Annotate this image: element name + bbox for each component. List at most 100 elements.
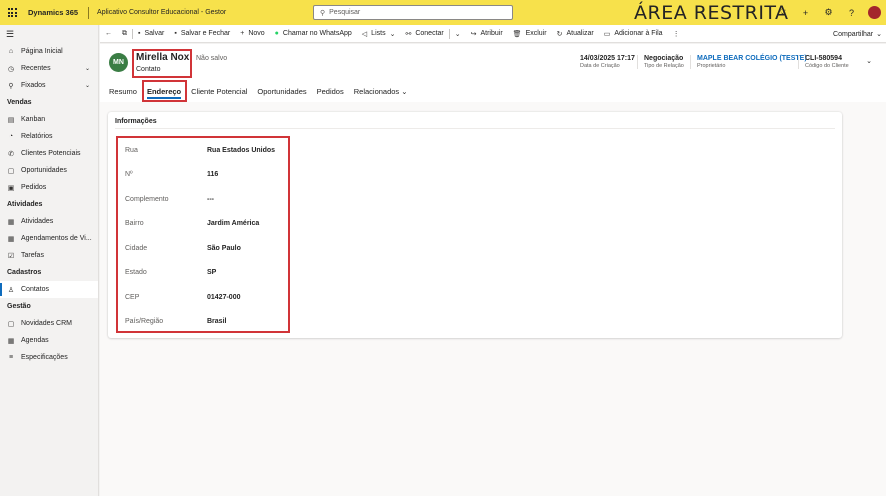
back-button[interactable]: ← (100, 25, 117, 43)
field-label: Nº (125, 171, 133, 178)
sidebar-item-opportunities[interactable]: ▢ Oportunidades (0, 162, 98, 179)
field-value[interactable]: Jardim América (207, 220, 259, 227)
record-avatar: MN (109, 53, 128, 72)
open-new-window-button[interactable]: ⧉ (117, 25, 132, 43)
assign-button[interactable]: ↪ Atribuir (466, 25, 508, 43)
app-launcher-icon[interactable] (0, 0, 24, 25)
sidebar-item-tasks[interactable]: ☑ Tarefas (0, 247, 98, 264)
home-icon: ⌂ (8, 48, 14, 55)
phone-icon: ✆ (8, 150, 14, 158)
field-label: Complemento (125, 195, 169, 203)
user-avatar[interactable] (863, 0, 886, 25)
field-label: Rua (125, 146, 138, 154)
save-close-button-label: Salvar e Fechar (180, 30, 231, 37)
field-value[interactable]: São Paulo (207, 245, 241, 252)
save-icon: ▪ (174, 30, 177, 37)
sidebar-section-title: Atividades (7, 201, 43, 208)
expand-header-chevron-icon[interactable]: ⌄ (866, 57, 872, 65)
header-field-value: CLI-580594 (805, 55, 842, 62)
divider (690, 55, 691, 69)
sidebar-section-title: Gestão (7, 303, 31, 310)
save-status: Não salvo (196, 55, 228, 62)
tab-orders[interactable]: Pedidos (317, 82, 344, 100)
chevron-down-icon[interactable]: ⌄ (85, 65, 90, 72)
sidebar-section-title: Cadastros (7, 269, 42, 276)
task-icon: ☑ (7, 252, 15, 260)
lists-button[interactable]: ◁ Lists ⌄ (357, 25, 401, 43)
sidebar-item-reports[interactable]: ◔ Relatórios (0, 128, 98, 145)
sidebar-item-recent[interactable]: ◷ Recentes ⌄ (0, 60, 98, 77)
sidebar-item-kanban[interactable]: ▤ Kanban (0, 111, 98, 128)
share-button[interactable]: Compartilhar ⌄ (833, 25, 886, 43)
calendar-icon: ▦ (7, 218, 15, 226)
tab-summary[interactable]: Resumo (109, 82, 137, 100)
document-icon: ▢ (7, 320, 15, 328)
sidebar-item-orders[interactable]: ▣ Pedidos (0, 179, 98, 196)
delete-button[interactable]: 🗑︎ Excluir (508, 25, 552, 43)
field-value[interactable]: Brasil (207, 318, 226, 325)
sidebar-item-label: Novidades CRM (21, 320, 72, 327)
highlight-box-name (132, 49, 192, 78)
refresh-button[interactable]: ↻ Atualizar (552, 25, 599, 43)
tab-related-label: Relacionados (353, 86, 400, 96)
sidebar-item-home[interactable]: ⌂ Página Inicial (0, 43, 98, 60)
sidebar-item-activities[interactable]: ▦ Atividades (0, 213, 98, 230)
owner-link[interactable]: MAPLE BEAR COLÉGIO (TESTE) (697, 55, 807, 62)
save-button[interactable]: ▪ Salvar (133, 25, 169, 43)
sidebar-item-leads[interactable]: ✆ Clientes Potenciais (0, 145, 98, 162)
app-title[interactable]: Aplicativo Consultor Educacional - Gesto… (97, 9, 226, 16)
queue-icon: ▭ (603, 30, 611, 38)
field-label: Bairro (125, 220, 144, 227)
connect-dropdown-button[interactable]: ⌄ (450, 25, 466, 43)
brand-name[interactable]: Dynamics 365 (24, 8, 88, 17)
more-commands-button[interactable]: ⋮ (668, 25, 685, 43)
header-field-value: Negociação (644, 55, 684, 62)
field-value[interactable]: Rua Estados Unidos (207, 147, 275, 154)
delete-button-label: Excluir (525, 30, 547, 37)
tab-lead[interactable]: Cliente Potencial (191, 82, 247, 100)
tab-opportunities[interactable]: Oportunidades (257, 82, 306, 100)
sidebar-item-visit-schedules[interactable]: ▦ Agendamentos de Vi... (0, 230, 98, 247)
sidebar-item-contacts[interactable]: ♙ Contatos (0, 281, 98, 298)
gear-icon[interactable]: ⚙ (817, 0, 840, 25)
search-input[interactable]: ⚲ Pesquisar (313, 5, 513, 20)
chevron-down-icon[interactable]: ⌄ (85, 82, 90, 89)
connect-button-label: Conectar (415, 30, 444, 37)
header-field-value: 14/03/2025 17:17 (580, 55, 635, 62)
new-button-label: Novo (248, 30, 265, 37)
more-vertical-icon: ⋮ (672, 30, 680, 38)
hamburger-menu-icon[interactable]: ☰ (0, 25, 98, 43)
connect-icon: ⚯ (405, 30, 412, 38)
connect-button[interactable]: ⚯ Conectar (400, 25, 448, 43)
sidebar-item-specifications[interactable]: ≡ Especificações (0, 349, 98, 366)
sidebar-item-crm-news[interactable]: ▢ Novidades CRM (0, 315, 98, 332)
tab-related[interactable]: Relacionados ⌄ (354, 82, 408, 100)
field-value[interactable]: 01427-000 (207, 294, 240, 301)
header-field-label: Proprietário (697, 63, 726, 69)
add-to-queue-button-label: Adicionar à Fila (614, 30, 663, 37)
add-to-queue-button[interactable]: ▭ Adicionar à Fila (599, 25, 668, 43)
save-close-button[interactable]: ▪ Salvar e Fechar (169, 25, 235, 43)
plus-icon[interactable]: + (794, 0, 817, 25)
field-value[interactable]: SP (207, 269, 216, 276)
whatsapp-button[interactable]: ● Chamar no WhatsApp (270, 25, 357, 43)
field-row-city: Cidade São Paulo (125, 242, 285, 254)
sidebar-item-label: Oportunidades (21, 167, 67, 174)
sidebar-item-label: Fixados (21, 82, 46, 89)
trash-icon: 🗑︎ (512, 30, 522, 38)
sidebar-item-label: Agendas (21, 337, 49, 344)
lightbulb-icon[interactable]: 💡︎ (771, 0, 794, 25)
sidebar-item-pinned[interactable]: ⚲ Fixados ⌄ (0, 77, 98, 94)
field-value[interactable]: --- (207, 196, 214, 203)
sidebar-section-title: Vendas (7, 99, 32, 106)
sidebar-item-schedules[interactable]: ▦ Agendas (0, 332, 98, 349)
restricted-area-label: ÁREA RESTRITA (634, 2, 789, 24)
field-value[interactable]: 116 (207, 171, 218, 178)
new-button[interactable]: + Novo (235, 25, 269, 43)
record-header: MN Mirella Nox Contato Não salvo 14/03/2… (100, 44, 886, 102)
help-icon[interactable]: ? (840, 0, 863, 25)
header-field-relationship-type: Negociação Tipo de Relação (644, 55, 684, 69)
lists-icon: ◁ (361, 30, 368, 38)
assign-icon: ↪ (470, 30, 477, 38)
field-row-neighborhood: Bairro Jardim América (125, 218, 285, 230)
